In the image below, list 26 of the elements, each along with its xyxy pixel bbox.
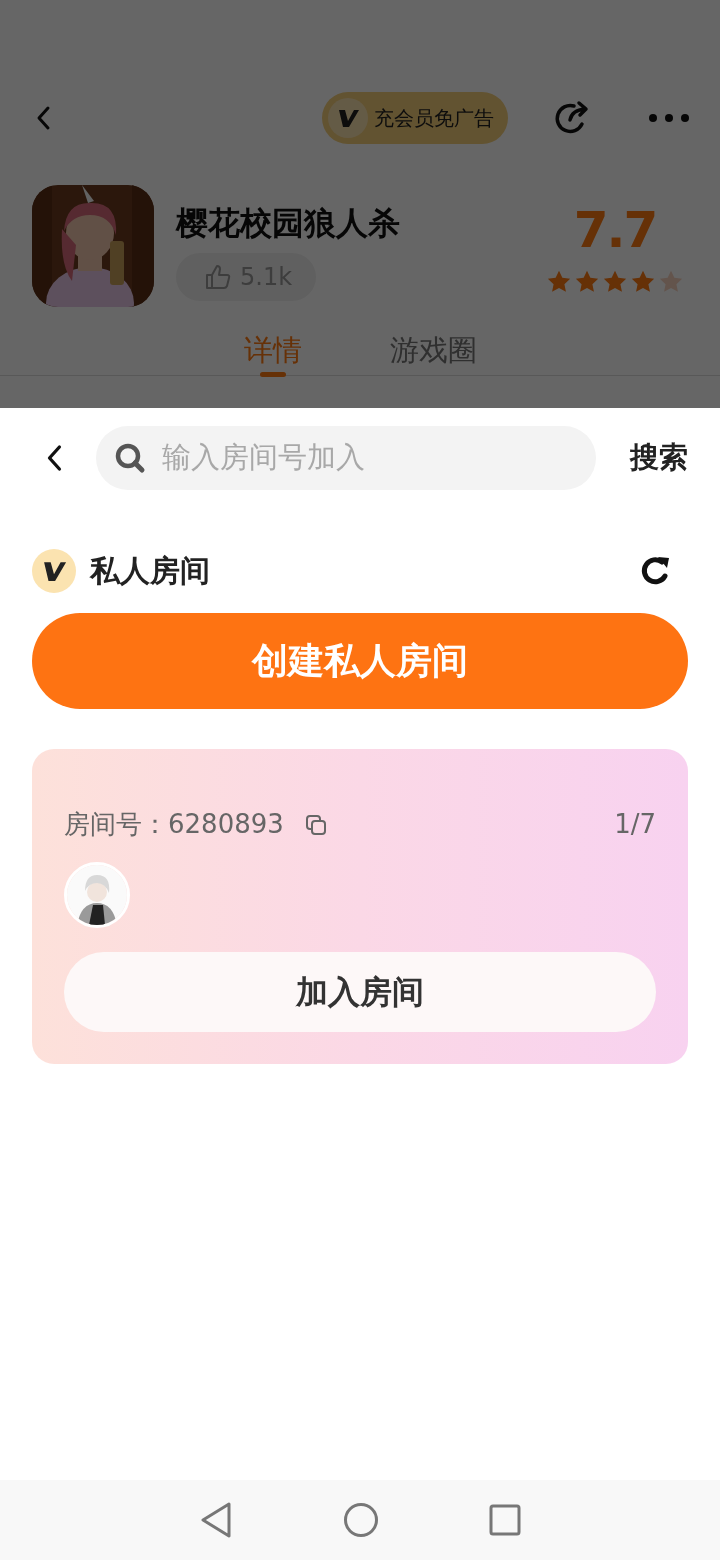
game-title: 樱花校园狼人杀 [176,203,400,244]
more-icon[interactable] [648,113,690,123]
vip-icon [32,548,76,593]
vip-button[interactable]: 充会员免广告 [322,92,508,144]
search-bar[interactable]: 输入房间号加入 [96,426,596,490]
copy-icon[interactable] [303,812,328,837]
star-icon [658,269,684,295]
star-icon [546,269,572,295]
back-nav-icon[interactable] [199,1501,233,1539]
thumbs-up-icon [204,263,232,291]
search-icon [114,442,146,474]
player-count: 1/7 [614,808,656,841]
star-icon [574,269,600,295]
search-field[interactable]: 输入房间号加入 [160,435,578,481]
rating-score: 7.7 [572,205,658,255]
star-icon [602,269,628,295]
vip-icon [328,98,368,138]
home-nav-icon[interactable] [343,1502,379,1538]
create-room-button[interactable]: 创建私人房间 [32,613,688,709]
tab[interactable]: 详情 [243,327,302,375]
star-icon [630,269,656,295]
room-number: 房间号：6280893 [64,808,284,841]
search-button[interactable]: 搜索 [630,436,688,480]
section-title: 私人房间 [90,552,210,590]
recents-nav-icon[interactable] [489,1504,521,1536]
join-room-button[interactable]: 加入房间 [64,952,656,1032]
